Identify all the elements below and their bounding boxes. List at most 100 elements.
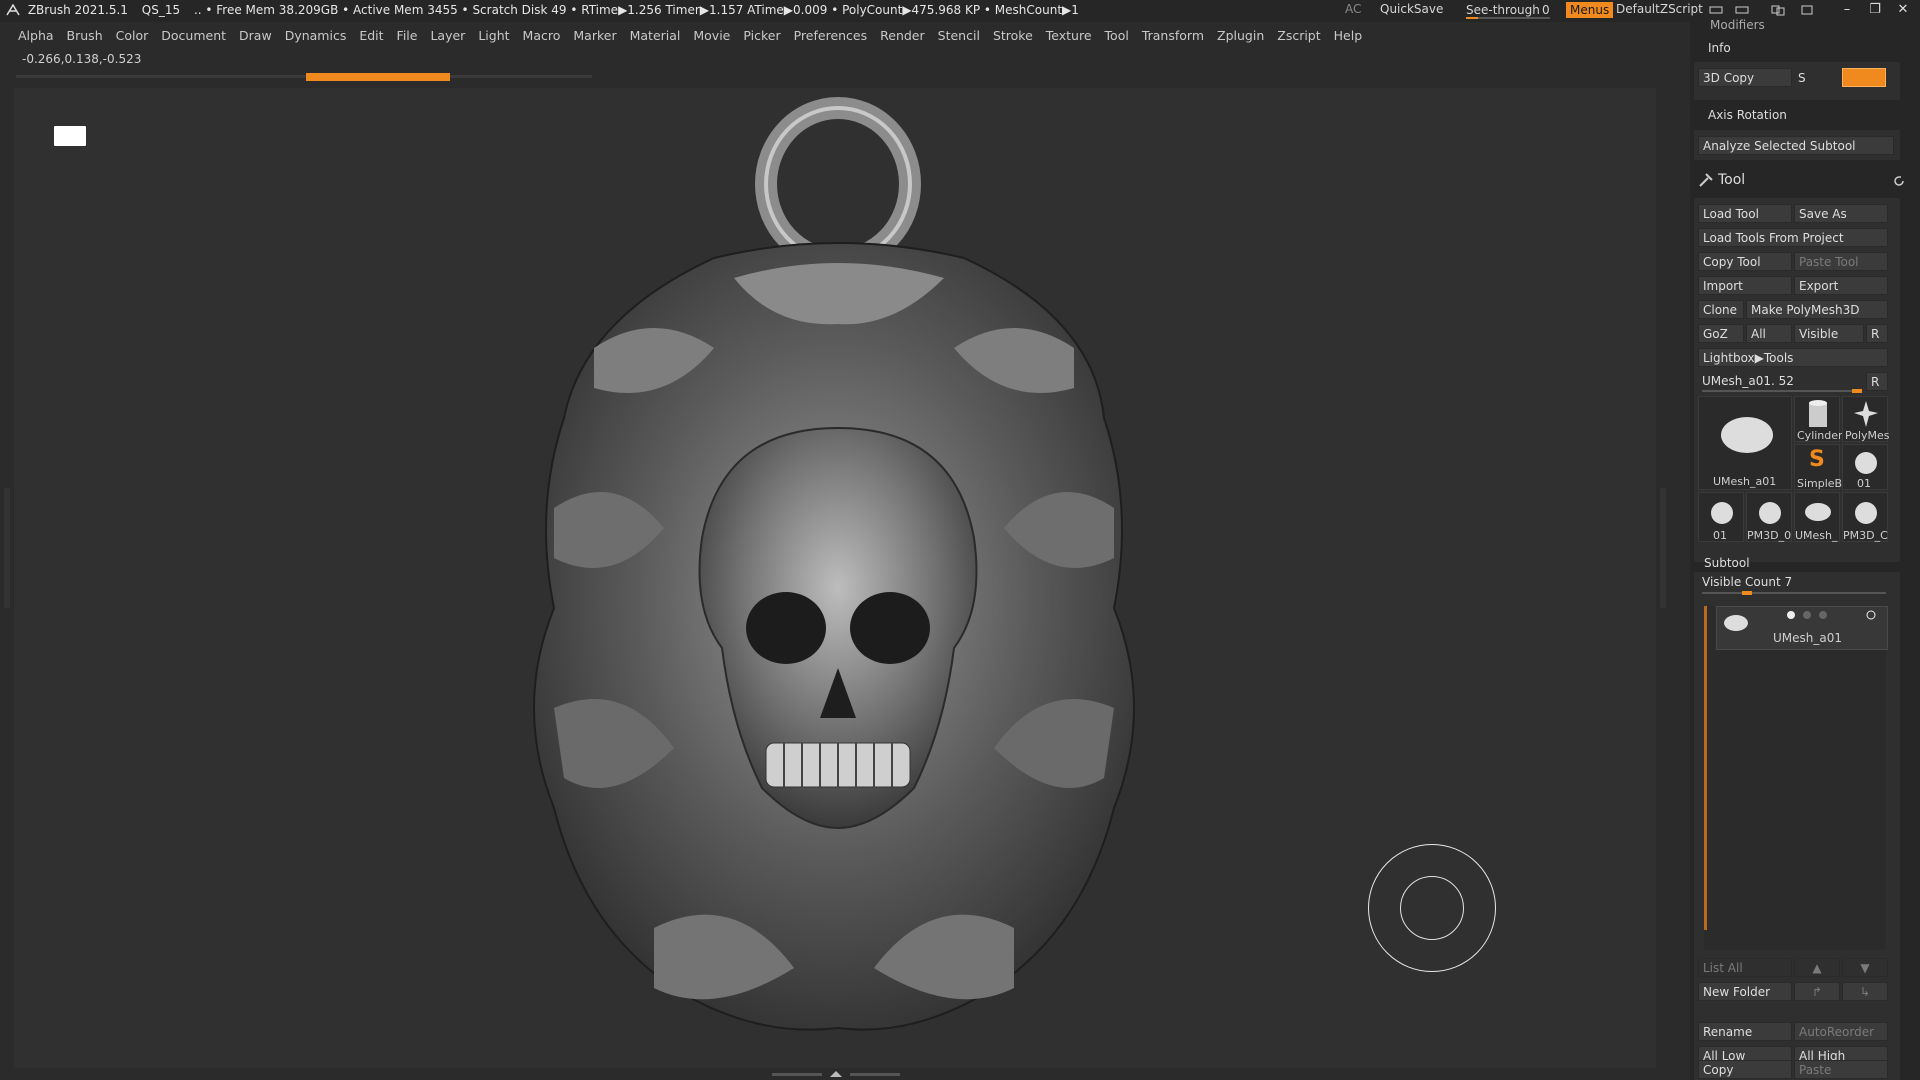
lightbox-tools-button[interactable]: Lightbox▶Tools [1698,348,1888,367]
new-folder-button[interactable]: New Folder [1698,982,1792,1001]
move-down-icon[interactable]: ▼ [1842,958,1888,977]
copy-3d-button[interactable]: 3D Copy [1698,68,1792,87]
copy-value-input[interactable] [1842,68,1886,87]
menu-item-zplugin[interactable]: Zplugin [1217,28,1264,43]
ui-layout-left-icon[interactable] [1708,4,1724,16]
menu-item-edit[interactable]: Edit [359,28,383,43]
import-button[interactable]: Import [1698,276,1792,295]
default-ui-icon[interactable] [1800,4,1816,16]
left-tray-tab[interactable] [4,488,10,608]
goz-r-button[interactable]: R [1866,324,1888,343]
modifiers-label[interactable]: Modifiers [1710,18,1765,32]
main-thumb-label: UMesh_a01 [1713,475,1777,488]
subtool-01-thumbnail[interactable]: 01 [1842,444,1888,490]
see-through-label: See-through [1466,3,1540,17]
analyze-subtool-button[interactable]: Analyze Selected Subtool [1698,136,1894,155]
tool-panel-title[interactable]: Tool [1718,172,1745,188]
subtool-title[interactable]: Subtool [1704,556,1750,570]
document-canvas[interactable] [14,88,1656,1068]
axis-rotation-label[interactable]: Axis Rotation [1708,108,1787,122]
tool-thumb-2-label: PM3D_0 [1747,529,1792,542]
subtool-row[interactable]: UMesh_a01 [1716,606,1888,650]
menu-item-texture[interactable]: Texture [1046,28,1092,43]
clone-button[interactable]: Clone [1698,300,1744,319]
right-tray-tab[interactable] [1660,488,1666,608]
menu-item-document[interactable]: Document [161,28,226,43]
info-label[interactable]: Info [1708,41,1731,55]
menu-item-light[interactable]: Light [478,28,509,43]
current-tool-slider-label[interactable]: UMesh_a01. 52 [1702,374,1794,388]
navigation-gizmo[interactable] [1368,844,1496,972]
save-as-button[interactable]: Save As [1794,204,1888,223]
menu-item-layer[interactable]: Layer [430,28,465,43]
menu-item-file[interactable]: File [397,28,418,43]
menus-toggle-button[interactable]: Menus [1566,2,1614,18]
simpleb-thumbnail[interactable]: S SimpleB [1794,444,1842,490]
bottom-tray-handle-icon[interactable] [772,1070,900,1078]
tool-thumb-2[interactable]: PM3D_0 [1746,492,1792,542]
copy-subtool-button[interactable]: Copy [1698,1060,1792,1079]
export-button[interactable]: Export [1794,276,1888,295]
paste-tool-button[interactable]: Paste Tool [1794,252,1888,271]
copy-tool-button[interactable]: Copy Tool [1698,252,1792,271]
ui-layout-right-icon[interactable] [1734,4,1750,16]
list-all-button[interactable]: List All [1698,958,1792,977]
menu-item-help[interactable]: Help [1334,28,1363,43]
main-tool-thumbnail[interactable]: UMesh_a01 [1698,396,1792,490]
see-through-slider[interactable]: See-through 0 [1460,2,1552,20]
ac-label[interactable]: AC [1345,2,1361,20]
make-polymesh-button[interactable]: Make PolyMesh3D [1746,300,1888,319]
menu-item-alpha[interactable]: Alpha [18,28,54,43]
move-up-icon[interactable]: ▲ [1794,958,1840,977]
quicksave-button[interactable]: QuickSave [1380,2,1443,20]
menu-item-material[interactable]: Material [630,28,681,43]
menu-item-zscript[interactable]: Zscript [1277,28,1320,43]
camera-icon[interactable] [54,126,86,146]
menu-item-color[interactable]: Color [116,28,149,43]
menu-item-draw[interactable]: Draw [239,28,272,43]
visible-count-slider[interactable] [1702,591,1886,595]
polymesh-thumbnail[interactable]: PolyMes [1842,396,1890,442]
menu-item-movie[interactable]: Movie [693,28,730,43]
rename-button[interactable]: Rename [1698,1022,1792,1041]
cylinder-thumbnail[interactable]: Cylinder [1794,396,1843,442]
tool-thumb-3[interactable]: UMesh_ [1794,492,1840,542]
menu-item-stroke[interactable]: Stroke [993,28,1033,43]
progress-track [16,73,592,81]
menu-item-render[interactable]: Render [880,28,925,43]
menu-item-brush[interactable]: Brush [67,28,103,43]
menu-item-transform[interactable]: Transform [1142,28,1204,43]
tool-r-button[interactable]: R [1866,372,1888,391]
goz-button[interactable]: GoZ [1698,324,1744,343]
navigation-gizmo-inner[interactable] [1400,876,1464,940]
menu-item-macro[interactable]: Macro [523,28,561,43]
tool-thumb-1[interactable]: 01 [1698,492,1744,542]
load-tools-from-project-button[interactable]: Load Tools From Project [1698,228,1888,247]
default-zscript-button[interactable]: DefaultZScript [1616,2,1703,20]
menu-bar: Alpha Brush Color Document Draw Dynamics Edit F… [0,22,1690,50]
maximize-icon[interactable]: ❐ [1866,2,1884,18]
close-icon[interactable]: ✕ [1894,2,1912,18]
subtool-scrollbar[interactable] [1704,606,1707,930]
refresh-icon[interactable] [1892,174,1906,188]
menu-item-tool[interactable]: Tool [1105,28,1129,43]
auto-reorder-button[interactable]: AutoReorder [1794,1022,1888,1041]
menu-item-stencil[interactable]: Stencil [938,28,980,43]
goz-visible-button[interactable]: Visible [1794,324,1864,343]
subtool-row-icons[interactable] [1771,609,1889,621]
load-tool-button[interactable]: Load Tool [1698,204,1792,223]
visible-count-label[interactable]: Visible Count 7 [1702,575,1792,589]
minimize-icon[interactable]: – [1838,2,1856,18]
paste-subtool-button[interactable]: Paste [1794,1060,1888,1079]
current-tool-slider[interactable] [1702,389,1862,393]
move-into-folder-icon[interactable]: ↱ [1794,982,1840,1001]
move-out-folder-icon[interactable]: ↳ [1842,982,1888,1001]
tool-thumb-4[interactable]: PM3D_C [1842,492,1888,542]
menu-item-marker[interactable]: Marker [573,28,616,43]
menu-item-picker[interactable]: Picker [743,28,780,43]
swap-ui-icon[interactable] [1770,4,1786,16]
goz-all-button[interactable]: All [1746,324,1792,343]
menu-item-dynamics[interactable]: Dynamics [285,28,347,43]
tool-thumb-3-label: UMesh_ [1795,529,1838,542]
menu-item-preferences[interactable]: Preferences [794,28,868,43]
